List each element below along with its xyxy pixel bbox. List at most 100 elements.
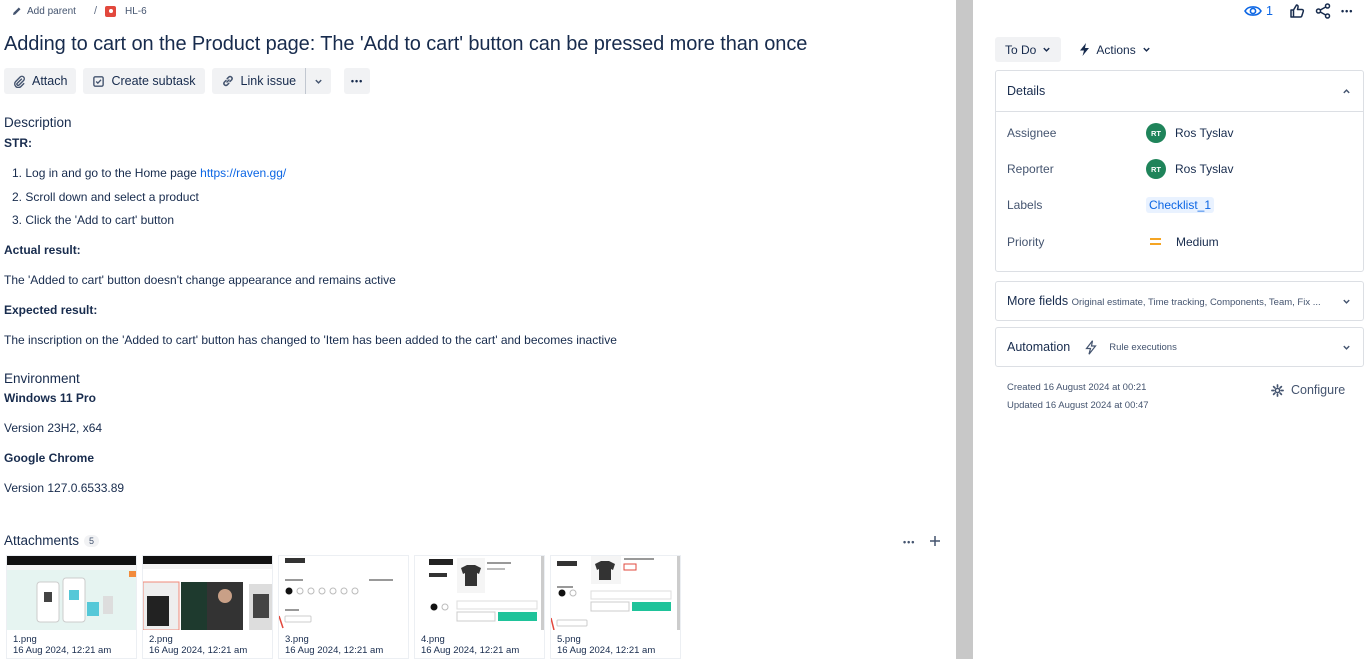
reporter-field: Reporter RT Ros Tyslav	[1007, 159, 1233, 179]
eye-icon	[1244, 6, 1262, 16]
automation-label: Automation	[1007, 340, 1071, 354]
attach-button[interactable]: Attach	[4, 68, 77, 94]
assignee-value[interactable]: Ros Tyslav	[1175, 126, 1233, 140]
automation-text: Automation Rule executions	[1007, 339, 1177, 355]
automation-panel[interactable]: Automation Rule executions	[995, 327, 1364, 367]
attachment-card[interactable]: 2.png 16 Aug 2024, 12:21 am	[142, 555, 273, 659]
status-label: To Do	[1005, 42, 1037, 57]
issue-title[interactable]: Adding to cart on the Product page: The …	[4, 33, 807, 56]
attachment-thumbnail	[415, 556, 544, 630]
labels-label: Labels	[1007, 198, 1043, 212]
attachment-name: 2.png	[149, 634, 173, 645]
rule-executions-link[interactable]: Rule executions	[1109, 342, 1177, 353]
attachment-date: 16 Aug 2024, 12:21 am	[285, 645, 384, 656]
more-fields-panel[interactable]: More fields Original estimate, Time trac…	[995, 281, 1364, 321]
actions-dropdown[interactable]: Actions	[1069, 37, 1161, 62]
chevron-down-icon	[1143, 47, 1150, 52]
share-icon[interactable]	[1315, 3, 1331, 19]
more-fields-label: More fields	[1007, 294, 1069, 308]
issue-main-panel: Add parent / HL-6 Adding to cart on the …	[0, 0, 956, 659]
attachment-thumbnail	[279, 556, 408, 630]
attachment-name: 4.png	[421, 634, 445, 645]
status-dropdown[interactable]: To Do	[995, 37, 1062, 62]
attachment-name: 5.png	[557, 634, 581, 645]
lightning-icon	[1080, 43, 1090, 56]
details-header[interactable]: Details	[996, 71, 1363, 112]
attachment-thumbnail	[7, 556, 136, 630]
bug-icon	[105, 5, 116, 17]
os-name: Windows 11 Pro	[4, 391, 96, 405]
link-issue-group: Link issue	[211, 68, 332, 94]
link-issue-dropdown[interactable]	[305, 68, 332, 94]
issue-key-link[interactable]: HL-6	[105, 5, 147, 17]
subtask-icon	[93, 75, 105, 87]
priority-value[interactable]: Medium	[1176, 235, 1219, 249]
attachment-date: 16 Aug 2024, 12:21 am	[149, 645, 248, 656]
reporter-label: Reporter	[1007, 162, 1054, 176]
browser-name: Google Chrome	[4, 451, 95, 465]
attachments-heading: Attachments 5	[4, 533, 100, 548]
attachments-grid: 1.png 16 Aug 2024, 12:21 am 2.png 16 Aug…	[6, 555, 681, 659]
priority-label: Priority	[1007, 235, 1045, 249]
plus-icon[interactable]	[929, 535, 941, 547]
chevron-up-icon	[1343, 88, 1350, 93]
assignee-field: Assignee RT Ros Tyslav	[1007, 123, 1233, 143]
assignee-label: Assignee	[1007, 126, 1057, 140]
str-label: STR:	[4, 136, 32, 150]
priority-field: Priority Medium	[1007, 235, 1219, 249]
create-subtask-button[interactable]: Create subtask	[83, 68, 205, 94]
attachment-date: 16 Aug 2024, 12:21 am	[421, 645, 520, 656]
attachment-card[interactable]: 5.png 16 Aug 2024, 12:21 am	[550, 555, 681, 659]
label-chip[interactable]: Checklist_1	[1146, 197, 1215, 213]
add-parent-label: Add parent	[27, 5, 76, 17]
create-subtask-label: Create subtask	[111, 74, 196, 88]
attachment-card[interactable]: 1.png 16 Aug 2024, 12:21 am	[6, 555, 137, 659]
attachment-thumbnail	[143, 556, 272, 630]
lightning-icon	[1085, 339, 1097, 355]
attachment-thumbnail	[551, 556, 680, 630]
issue-key: HL-6	[125, 5, 147, 17]
more-fields-hint: Original estimate, Time tracking, Compon…	[1071, 297, 1321, 308]
chevron-down-icon	[1043, 47, 1051, 52]
link-icon	[222, 75, 233, 87]
labels-field: Labels Checklist_1	[1007, 197, 1215, 213]
list-item: 1. Log in and go to the Home page https:…	[12, 166, 287, 180]
breadcrumb-separator: /	[93, 5, 97, 17]
add-parent-link[interactable]: Add parent	[12, 6, 76, 17]
more-actions-button[interactable]: •••	[344, 68, 371, 94]
attachment-card[interactable]: 3.png 16 Aug 2024, 12:21 am	[278, 555, 409, 659]
details-heading: Details	[1007, 84, 1046, 98]
chevron-down-icon	[1343, 345, 1350, 350]
attachment-date: 16 Aug 2024, 12:21 am	[557, 645, 656, 656]
issue-sidebar: 1 ••• To Do Actions Details Assignee RT …	[974, 0, 1367, 659]
expected-result-label: Expected result:	[4, 303, 98, 317]
watch-button[interactable]: 1	[1244, 4, 1273, 18]
main-scrollbar[interactable]	[956, 0, 973, 659]
actions-label: Actions	[1096, 42, 1136, 57]
actual-result-text: The 'Added to cart' button doesn't chang…	[4, 273, 396, 287]
raven-link[interactable]: https://raven.gg/	[200, 166, 286, 180]
paperclip-icon	[14, 75, 25, 88]
attachment-date: 16 Aug 2024, 12:21 am	[13, 645, 112, 656]
thumbs-up-icon[interactable]	[1289, 3, 1305, 19]
more-options-button[interactable]: •••	[1341, 6, 1353, 16]
priority-medium-icon	[1150, 238, 1161, 246]
expected-result-text: The inscription on the 'Added to cart' b…	[4, 333, 617, 347]
list-item: 3. Click the 'Add to cart' button	[12, 213, 175, 227]
avatar: RT	[1146, 159, 1166, 179]
status-row: To Do Actions	[995, 37, 1161, 62]
more-fields-text: More fields Original estimate, Time trac…	[1007, 294, 1321, 308]
actual-result-label: Actual result:	[4, 243, 81, 257]
attachment-card[interactable]: 4.png 16 Aug 2024, 12:21 am	[414, 555, 545, 659]
reporter-value[interactable]: Ros Tyslav	[1175, 162, 1233, 176]
more-dots: •••	[350, 76, 364, 86]
scrollbar-thumb[interactable]	[956, 0, 973, 659]
link-issue-button[interactable]: Link issue	[211, 68, 306, 94]
issue-top-actions: 1 •••	[1244, 3, 1353, 19]
chevron-down-icon	[315, 79, 322, 84]
avatar: RT	[1146, 123, 1166, 143]
attachment-name: 1.png	[13, 634, 37, 645]
configure-button[interactable]: Configure	[1271, 383, 1345, 397]
attachments-more-button[interactable]: •••	[903, 535, 915, 549]
breadcrumb: Add parent / HL-6	[12, 4, 147, 18]
